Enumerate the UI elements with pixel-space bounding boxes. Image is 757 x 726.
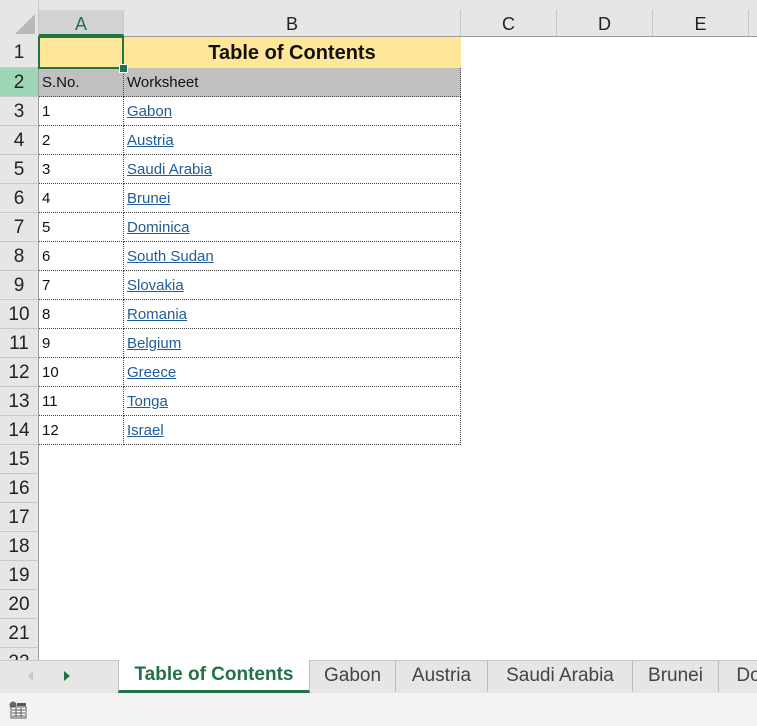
sno-cell[interactable]: 5 (39, 213, 124, 242)
worksheet-cell: Austria (124, 126, 461, 155)
sno-cell[interactable]: 3 (39, 155, 124, 184)
worksheet-link[interactable]: Austria (127, 132, 174, 149)
status-bar (0, 693, 757, 726)
worksheet-cell: Tonga (124, 387, 461, 416)
sno-cell[interactable]: 4 (39, 184, 124, 213)
sno-cell[interactable]: 1 (39, 97, 124, 126)
previous-sheet-icon[interactable] (28, 671, 33, 681)
column-header-a[interactable]: A (39, 10, 124, 36)
sno-cell[interactable]: 7 (39, 271, 124, 300)
worksheet-cell: Brunei (124, 184, 461, 213)
worksheet-link[interactable]: South Sudan (127, 248, 214, 265)
worksheet-link[interactable]: Tonga (127, 393, 168, 410)
header-worksheet[interactable]: Worksheet (124, 68, 461, 97)
row-header-6[interactable]: 6 (0, 184, 39, 213)
worksheet-link[interactable]: Greece (127, 364, 176, 381)
worksheet-link[interactable]: Saudi Arabia (127, 161, 212, 178)
row-header-3[interactable]: 3 (0, 97, 39, 126)
worksheet-link[interactable]: Israel (127, 422, 164, 439)
sno-cell[interactable]: 9 (39, 329, 124, 358)
row-header-9[interactable]: 9 (0, 271, 39, 300)
row-header-13[interactable]: 13 (0, 387, 39, 416)
column-header-d[interactable]: D (557, 10, 653, 36)
column-header-c[interactable]: C (461, 10, 557, 36)
worksheet-link[interactable]: Gabon (127, 103, 172, 120)
worksheet-cell: Dominica (124, 213, 461, 242)
fill-handle[interactable] (119, 64, 128, 73)
sheet-tab-saudi-arabia[interactable]: Saudi Arabia (488, 661, 633, 692)
select-all-button[interactable] (0, 0, 39, 37)
active-cell-outline (38, 36, 124, 69)
worksheet-cell: Romania (124, 300, 461, 329)
row-header-11[interactable]: 11 (0, 329, 39, 358)
row-header-5[interactable]: 5 (0, 155, 39, 184)
row-header-20[interactable]: 20 (0, 590, 39, 619)
row-header-7[interactable]: 7 (0, 213, 39, 242)
sno-cell[interactable]: 8 (39, 300, 124, 329)
next-sheet-icon[interactable] (64, 671, 70, 681)
row-header-21[interactable]: 21 (0, 619, 39, 648)
worksheet-cell: Gabon (124, 97, 461, 126)
sno-cell[interactable]: 12 (39, 416, 124, 445)
header-sno[interactable]: S.No. (39, 68, 124, 97)
sheet-tab-austria[interactable]: Austria (396, 661, 488, 692)
row-header-1[interactable]: 1 (0, 37, 39, 68)
worksheet-cell: Slovakia (124, 271, 461, 300)
row-header-12[interactable]: 12 (0, 358, 39, 387)
row-header-18[interactable]: 18 (0, 532, 39, 561)
worksheet-cell: South Sudan (124, 242, 461, 271)
sheet-tab-bar: Table of Contents Gabon Austria Saudi Arabi… (0, 660, 757, 693)
select-all-triangle-icon (15, 14, 35, 34)
row-header-16[interactable]: 16 (0, 474, 39, 503)
worksheet-grid[interactable]: A B C D E 1 2 3 4 5 6 7 8 9 10 11 12 13 14 15 16 17 18 19 2… (0, 0, 757, 660)
row-header-4[interactable]: 4 (0, 126, 39, 155)
sheet-tab-table-of-contents[interactable]: Table of Contents (118, 660, 310, 693)
sheet-tab-brunei[interactable]: Brunei (633, 661, 719, 692)
worksheet-link[interactable]: Slovakia (127, 277, 184, 294)
worksheet-link[interactable]: Romania (127, 306, 187, 323)
worksheet-link[interactable]: Dominica (127, 219, 190, 236)
sno-cell[interactable]: 2 (39, 126, 124, 155)
column-header-e[interactable]: E (653, 10, 749, 36)
row-header-15[interactable]: 15 (0, 445, 39, 474)
column-header-b[interactable]: B (124, 10, 461, 36)
worksheet-cell: Belgium (124, 329, 461, 358)
row-header-14[interactable]: 14 (0, 416, 39, 445)
row-header-19[interactable]: 19 (0, 561, 39, 590)
sheet-tab-gabon[interactable]: Gabon (310, 661, 396, 692)
row-header-2[interactable]: 2 (0, 68, 39, 97)
sheet-tab-do[interactable]: Do (719, 661, 757, 692)
worksheet-link[interactable]: Brunei (127, 190, 170, 207)
macro-recording-icon[interactable] (9, 701, 27, 719)
row-header-17[interactable]: 17 (0, 503, 39, 532)
worksheet-cell: Saudi Arabia (124, 155, 461, 184)
sno-cell[interactable]: 11 (39, 387, 124, 416)
sno-cell[interactable]: 6 (39, 242, 124, 271)
worksheet-link[interactable]: Belgium (127, 335, 181, 352)
table-title: Table of Contents (208, 42, 376, 64)
row-header-10[interactable]: 10 (0, 300, 39, 329)
row-header-22[interactable]: 22 (0, 648, 39, 660)
sno-cell[interactable]: 10 (39, 358, 124, 387)
row-header-8[interactable]: 8 (0, 242, 39, 271)
worksheet-cell: Greece (124, 358, 461, 387)
worksheet-cell: Israel (124, 416, 461, 445)
